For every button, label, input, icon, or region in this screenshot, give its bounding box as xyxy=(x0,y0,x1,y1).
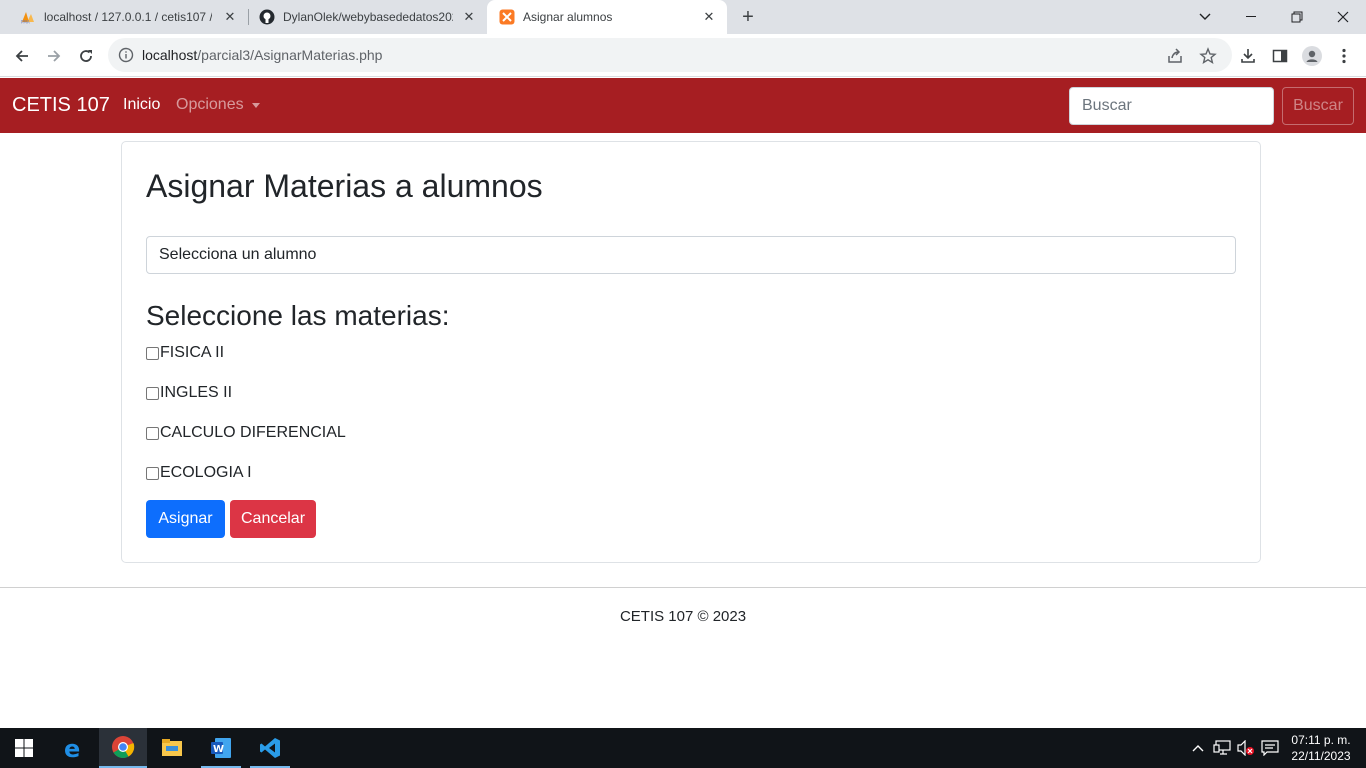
subject-option-fisica-ii[interactable]: FISICA II xyxy=(146,344,224,362)
edge-icon[interactable]: e xyxy=(50,728,98,768)
caret-down-icon xyxy=(251,102,260,108)
nav-dropdown-opciones[interactable]: Opciones xyxy=(176,96,260,114)
search-button[interactable]: Buscar xyxy=(1282,87,1354,125)
cancel-button[interactable]: Cancelar xyxy=(230,500,316,538)
close-icon[interactable]: ✕ xyxy=(701,9,717,25)
side-panel-icon[interactable] xyxy=(1270,46,1290,66)
forward-icon[interactable] xyxy=(40,42,68,70)
search-input[interactable] xyxy=(1069,87,1274,125)
new-tab-icon[interactable]: + xyxy=(736,5,760,29)
taskbar-clock[interactable]: 07:11 p. m. 22/11/2023 xyxy=(1284,732,1358,764)
tab-search-icon[interactable] xyxy=(1182,0,1228,34)
github-icon xyxy=(259,9,275,25)
subject-checkbox[interactable] xyxy=(146,426,159,440)
more-menu-icon[interactable] xyxy=(1334,46,1354,66)
subject-checkbox[interactable] xyxy=(146,466,159,480)
browser-tab-github[interactable]: DylanOlek/webybasededatos202 ✕ xyxy=(239,0,487,34)
subject-checkbox[interactable] xyxy=(146,386,159,400)
windows-taskbar: e W 07:11 p. m. 22/11/2023 xyxy=(0,728,1366,768)
share-icon[interactable] xyxy=(1166,47,1184,65)
notification-icon[interactable] xyxy=(1260,738,1280,758)
profile-avatar-icon[interactable] xyxy=(1302,46,1322,66)
minimize-icon[interactable] xyxy=(1228,0,1274,34)
subject-checkbox[interactable] xyxy=(146,346,159,360)
page-title: Asignar Materias a alumnos xyxy=(146,168,543,204)
tray-chevron-up-icon[interactable] xyxy=(1188,738,1208,758)
svg-text:W: W xyxy=(213,744,224,755)
file-explorer-icon[interactable] xyxy=(148,728,196,768)
svg-text:PMA: PMA xyxy=(21,20,30,25)
download-icon[interactable] xyxy=(1238,46,1258,66)
clock-time: 07:11 p. m. xyxy=(1291,733,1351,747)
svg-text:e: e xyxy=(64,736,80,760)
subject-label: FISICA II xyxy=(160,344,225,361)
bookmark-star-icon[interactable] xyxy=(1199,47,1217,65)
window-close-icon[interactable] xyxy=(1320,0,1366,34)
footer-divider xyxy=(0,587,1366,588)
subject-option-ingles-ii[interactable]: INGLES II xyxy=(146,384,232,402)
tab-title: Asignar alumnos xyxy=(523,10,613,24)
assign-button[interactable]: Asignar xyxy=(146,500,225,538)
subject-label: ECOLOGIA I xyxy=(160,464,252,481)
close-icon[interactable]: ✕ xyxy=(222,9,238,25)
subject-label: INGLES II xyxy=(160,384,233,401)
assign-card: Asignar Materias a alumnos Selecciona un… xyxy=(121,141,1261,563)
windows-start-icon[interactable] xyxy=(0,728,48,768)
url-host: localhost xyxy=(142,47,198,63)
student-select[interactable]: Selecciona un alumno xyxy=(146,236,1236,274)
vscode-icon[interactable] xyxy=(246,728,294,768)
browser-tab-strip: PMA localhost / 127.0.0.1 / cetis107 / ✕… xyxy=(0,0,1366,34)
subject-option-calculo-diferencial[interactable]: CALCULO DIFERENCIAL xyxy=(146,424,346,442)
xampp-icon xyxy=(499,9,515,25)
volume-muted-icon[interactable] xyxy=(1236,738,1256,758)
subjects-heading: Seleccione las materias: xyxy=(146,300,450,331)
tab-title: DylanOlek/webybasededatos202 xyxy=(283,10,453,24)
clock-date: 22/11/2023 xyxy=(1291,749,1351,763)
word-icon[interactable]: W xyxy=(197,728,245,768)
url-text: localhost/parcial3/AsignarMaterias.php xyxy=(142,47,382,63)
footer-text: CETIS 107 © 2023 xyxy=(619,608,747,625)
subject-option-ecologia-i[interactable]: ECOLOGIA I xyxy=(146,464,252,482)
back-icon[interactable] xyxy=(8,42,36,70)
browser-tab-phpmyadmin[interactable]: PMA localhost / 127.0.0.1 / cetis107 / ✕ xyxy=(0,0,248,34)
nav-opciones-label: Opciones xyxy=(176,96,244,113)
nav-link-inicio[interactable]: Inicio xyxy=(123,96,160,114)
chrome-icon[interactable] xyxy=(99,728,147,768)
brand-link[interactable]: CETIS 107 xyxy=(12,94,110,117)
browser-tab-asignar-alumnos[interactable]: Asignar alumnos ✕ xyxy=(487,0,727,34)
browser-toolbar: localhost/parcial3/AsignarMaterias.php xyxy=(0,34,1366,77)
url-path: /parcial3/AsignarMaterias.php xyxy=(197,47,383,63)
phpmyadmin-icon: PMA xyxy=(20,9,36,25)
tab-title: localhost / 127.0.0.1 / cetis107 / xyxy=(44,10,212,24)
restore-icon[interactable] xyxy=(1274,0,1320,34)
address-bar[interactable]: localhost/parcial3/AsignarMaterias.php xyxy=(108,38,1232,72)
reload-icon[interactable] xyxy=(72,42,100,70)
network-icon[interactable] xyxy=(1212,738,1232,758)
subject-label: CALCULO DIFERENCIAL xyxy=(160,424,346,441)
site-navbar: CETIS 107 Inicio Opciones Buscar xyxy=(0,78,1366,133)
info-icon[interactable] xyxy=(118,47,134,63)
close-icon[interactable]: ✕ xyxy=(461,9,477,25)
